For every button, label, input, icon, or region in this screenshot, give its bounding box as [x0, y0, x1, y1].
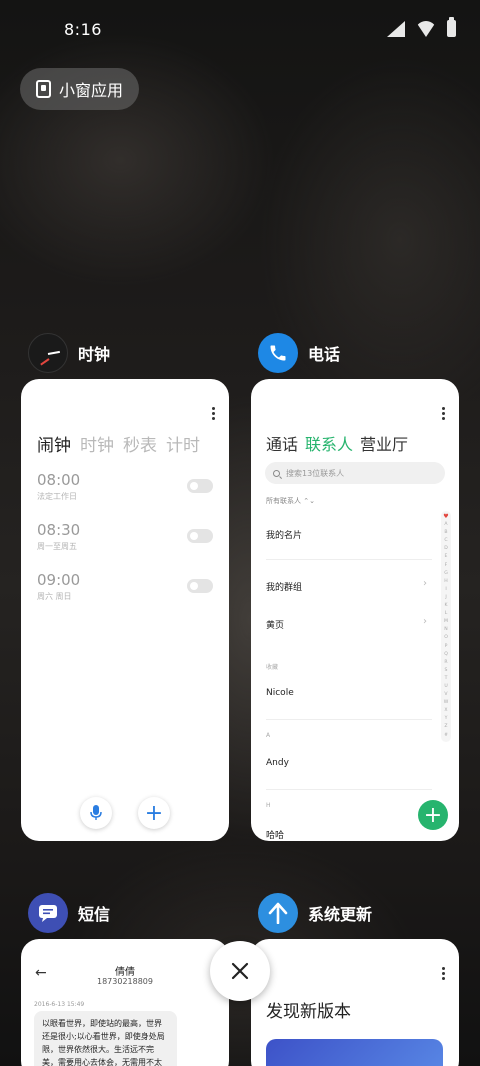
- close-all-button[interactable]: [210, 941, 270, 1001]
- clock-app-name: 时钟: [78, 345, 111, 364]
- tab-stopwatch[interactable]: 秒表: [123, 431, 157, 456]
- battery-icon: [447, 17, 456, 37]
- small-window-label: 小窗应用: [59, 81, 124, 100]
- alarm-toggle[interactable]: [187, 529, 213, 543]
- alarm-toggle[interactable]: [187, 579, 213, 593]
- sms-app-header[interactable]: 短信: [28, 893, 110, 933]
- alarm-repeat: 周六 周日: [37, 592, 72, 601]
- small-window-icon: [36, 80, 51, 98]
- more-options-icon[interactable]: [212, 407, 215, 422]
- chevron-right-icon: ›: [423, 616, 427, 627]
- tab-alarm[interactable]: 闹钟: [37, 431, 71, 456]
- contact-search-placeholder: 搜索13位联系人: [286, 468, 345, 478]
- tab-clock[interactable]: 时钟: [80, 431, 114, 456]
- my-groups-row[interactable]: 我的群组: [266, 580, 302, 593]
- alarm-toggle[interactable]: [187, 479, 213, 493]
- phone-app-card[interactable]: 通话 联系人 营业厅 搜索13位联系人 所有联系人 ⌃⌄ 我的名片 我的群组 ›…: [251, 379, 459, 841]
- tab-timer[interactable]: 计时: [166, 431, 200, 456]
- yellow-pages-row[interactable]: 黄页: [266, 618, 284, 631]
- clock-icon: [28, 333, 68, 373]
- more-options-icon[interactable]: [442, 967, 445, 982]
- phone-icon: [258, 333, 298, 373]
- alarm-item[interactable]: 09:00 周六 周日: [37, 571, 80, 602]
- voice-button[interactable]: [80, 797, 112, 829]
- contact-row[interactable]: Andy: [266, 758, 289, 768]
- tab-contacts[interactable]: 联系人: [305, 431, 353, 455]
- add-alarm-button[interactable]: +: [138, 797, 170, 829]
- phone-app-header[interactable]: 电话: [258, 333, 340, 373]
- chevron-right-icon: ›: [423, 578, 427, 589]
- message-bubble[interactable]: 以眼看世界，即使站的最高，世界还是很小;以心看世界，即使身处局限，世界依然很大。…: [34, 1011, 177, 1066]
- alarm-repeat: 周一至周五: [37, 542, 77, 551]
- section-header: H: [266, 802, 271, 809]
- clock-app-header[interactable]: 时钟: [28, 333, 110, 373]
- status-time: 8:16: [64, 20, 102, 39]
- divider: [266, 559, 432, 560]
- my-card-row[interactable]: 我的名片: [266, 528, 302, 541]
- section-header: 收藏: [266, 664, 279, 671]
- alarm-time: 08:00: [37, 471, 81, 489]
- update-app-card[interactable]: 发现新版本: [251, 939, 459, 1066]
- sms-app-card[interactable]: ← 倩倩 18730218809 2016-6-13 15:49 以眼看世界，即…: [21, 939, 229, 1066]
- update-title: 发现新版本: [266, 1002, 351, 1022]
- alarm-item[interactable]: 08:30 周一至周五: [37, 521, 80, 552]
- alarm-item[interactable]: 08:00 法定工作日: [37, 471, 80, 502]
- alarm-repeat: 法定工作日: [37, 492, 77, 501]
- alphabet-index[interactable]: ♥ A B C D E F G H I J K L M N O P Q R S …: [441, 511, 451, 742]
- wifi-icon: [415, 21, 437, 37]
- divider: [266, 719, 432, 720]
- update-app-name: 系统更新: [308, 905, 373, 924]
- alarm-time: 08:30: [37, 521, 81, 539]
- clock-tabs: 闹钟 时钟 秒表 计时: [37, 431, 200, 456]
- phone-tabs: 通话 联系人 营业厅: [266, 431, 408, 455]
- message-timestamp: 2016-6-13 15:49: [34, 1001, 85, 1008]
- clock-app-card[interactable]: 闹钟 时钟 秒表 计时 08:00 法定工作日 08:30 周一至周五 09:0…: [21, 379, 229, 841]
- contact-row[interactable]: Nicole: [266, 688, 294, 698]
- divider: [266, 789, 432, 790]
- contact-filter[interactable]: 所有联系人 ⌃⌄: [266, 496, 315, 506]
- tab-calls[interactable]: 通话: [266, 431, 298, 455]
- status-icons: [387, 17, 456, 37]
- contact-row[interactable]: 哈哈: [266, 828, 284, 841]
- add-contact-button[interactable]: +: [418, 800, 448, 830]
- section-header: A: [266, 732, 271, 739]
- search-icon: [273, 469, 280, 477]
- contact-number: 18730218809: [97, 977, 153, 986]
- alarm-time: 09:00: [37, 571, 81, 589]
- message-icon: [28, 893, 68, 933]
- update-banner: [266, 1039, 443, 1066]
- contact-name: 倩倩: [115, 967, 135, 978]
- sms-app-name: 短信: [78, 905, 111, 924]
- contact-search-input[interactable]: 搜索13位联系人: [265, 462, 445, 484]
- arrow-up-icon: [258, 893, 298, 933]
- update-app-header[interactable]: 系统更新: [258, 893, 372, 933]
- phone-app-name: 电话: [308, 345, 341, 364]
- more-options-icon[interactable]: [442, 407, 445, 422]
- signal-icon: [387, 20, 405, 37]
- tab-business-hall[interactable]: 营业厅: [360, 431, 408, 455]
- microphone-icon: [90, 805, 102, 820]
- small-window-button[interactable]: 小窗应用: [20, 68, 139, 110]
- close-icon: [231, 962, 249, 980]
